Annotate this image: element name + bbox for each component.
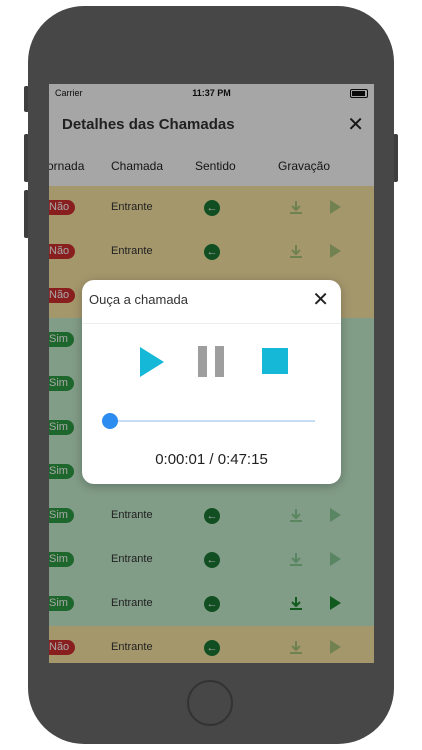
pause-button[interactable] [198, 346, 224, 377]
close-icon[interactable]: ✕ [312, 287, 329, 312]
home-button[interactable] [187, 680, 233, 726]
dialog-title: Ouça a chamada [89, 292, 189, 307]
play-button[interactable] [140, 347, 164, 377]
progress-track[interactable] [110, 420, 315, 422]
divider [82, 323, 341, 324]
audio-player-dialog: Ouça a chamada ✕ 0:00:01 / 0:47:15 [82, 280, 341, 484]
time-display: 0:00:01 / 0:47:15 [155, 451, 268, 468]
progress-slider-thumb[interactable] [102, 413, 118, 429]
stop-button[interactable] [262, 348, 288, 374]
